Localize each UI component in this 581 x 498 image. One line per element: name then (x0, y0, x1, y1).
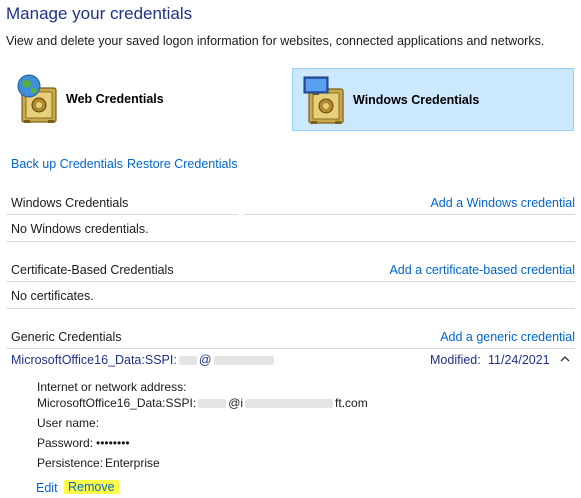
password-value: •••••••• (96, 436, 130, 450)
remove-credential-link[interactable]: Remove (64, 480, 119, 494)
redacted-text (198, 399, 227, 409)
redacted-text (178, 356, 197, 366)
redacted-text (245, 399, 334, 409)
restore-credentials-link[interactable]: Restore Credentials (127, 157, 237, 171)
edit-credential-link[interactable]: Edit (36, 481, 58, 495)
windows-credentials-tile[interactable]: Windows Credentials (292, 68, 574, 131)
credential-entry-name[interactable]: MicrosoftOffice16_Data:SSPI: @ (11, 353, 276, 367)
page-title: Manage your credentials (6, 4, 193, 23)
address-label: Internet or network address: (37, 380, 187, 394)
backup-credentials-link[interactable]: Back up Credentials (11, 157, 123, 171)
generic-credentials-section-title: Generic Credentials (11, 330, 122, 344)
section-divider (6, 281, 575, 282)
page-subtitle: View and delete your saved logon informa… (6, 34, 545, 48)
modified-date: 11/24/2021 (488, 353, 550, 367)
password-label: Password: (37, 436, 94, 450)
windows-credentials-vault-icon (303, 76, 344, 124)
redacted-text (213, 356, 274, 366)
web-credentials-tile[interactable]: Web Credentials (6, 68, 286, 131)
web-credentials-label: Web Credentials (66, 92, 164, 106)
user-name-label: User name: (37, 416, 100, 430)
add-generic-credential-link[interactable]: Add a generic credential (440, 330, 575, 344)
section-divider (6, 308, 575, 309)
section-divider (6, 214, 238, 215)
persistence-label: Persistence: (37, 456, 104, 470)
persistence-value: Enterprise (105, 456, 160, 470)
add-windows-credential-link[interactable]: Add a Windows credential (430, 196, 575, 210)
section-divider (244, 214, 575, 215)
certificate-credentials-section-title: Certificate-Based Credentials (11, 263, 174, 277)
windows-credentials-section-title: Windows Credentials (11, 196, 129, 210)
add-certificate-credential-link[interactable]: Add a certificate-based credential (389, 263, 575, 277)
address-value: MicrosoftOffice16_Data:SSPI: @i ft.com (37, 396, 368, 410)
windows-credentials-label: Windows Credentials (353, 93, 480, 107)
web-credentials-vault-icon (17, 74, 57, 123)
windows-credentials-empty: No Windows credentials. (11, 222, 149, 236)
modified-label: Modified: (430, 353, 481, 367)
chevron-up-icon[interactable] (558, 352, 572, 366)
certificate-credentials-empty: No certificates. (11, 289, 94, 303)
section-divider (6, 241, 575, 242)
